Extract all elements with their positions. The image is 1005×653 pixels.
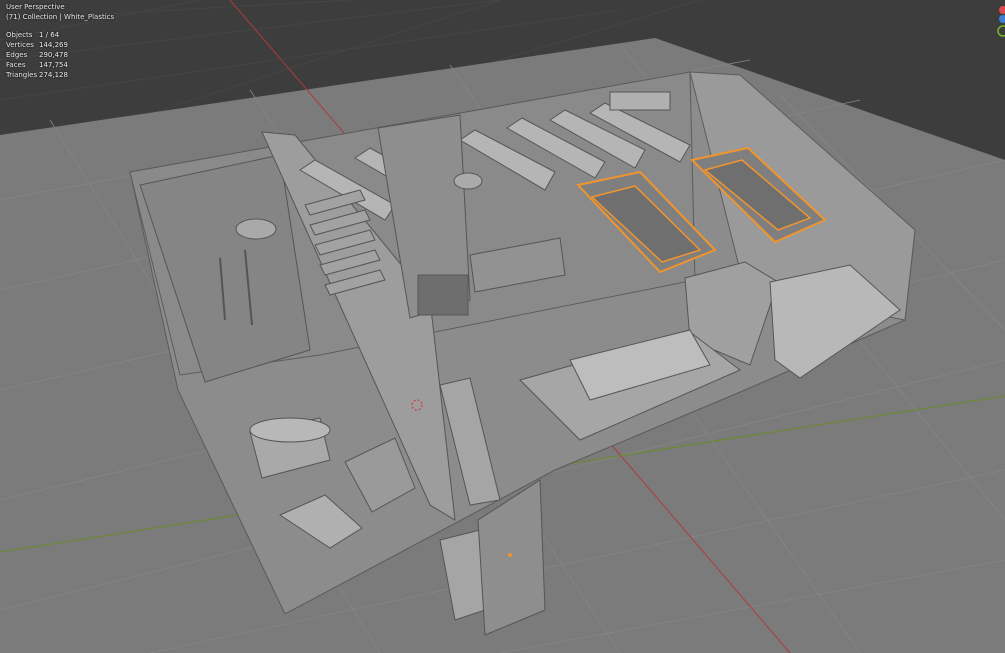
stat-row: Triangles 274,128 bbox=[6, 71, 68, 79]
scene-render[interactable] bbox=[0, 0, 1005, 653]
gizmo-z-axis[interactable] bbox=[999, 15, 1005, 23]
round-window bbox=[235, 218, 277, 240]
gizmo-x-axis[interactable] bbox=[999, 6, 1005, 14]
navigation-gizmo[interactable] bbox=[993, 0, 1005, 40]
view-mode-label: User Perspective bbox=[6, 3, 65, 11]
scene-statistics: Objects 1 / 64 Vertices 144,269 Edges 290,4… bbox=[6, 30, 114, 80]
stat-row: Faces 147,754 bbox=[6, 61, 68, 69]
stat-row: Objects 1 / 64 bbox=[6, 31, 60, 39]
tower-round-window bbox=[453, 172, 483, 190]
object-origin bbox=[508, 553, 512, 557]
gizmo-y-axis[interactable] bbox=[997, 25, 1005, 37]
3d-viewport[interactable]: User Perspective (71) Collection | White… bbox=[0, 0, 1005, 653]
viewport-info-overlay: User Perspective (71) Collection | White… bbox=[6, 2, 114, 80]
fireplace bbox=[417, 274, 469, 316]
stat-row: Edges 290,478 bbox=[6, 51, 68, 59]
collection-context-label: (71) Collection | White_Plastics bbox=[6, 13, 115, 21]
stat-row: Vertices 144,269 bbox=[6, 41, 68, 49]
